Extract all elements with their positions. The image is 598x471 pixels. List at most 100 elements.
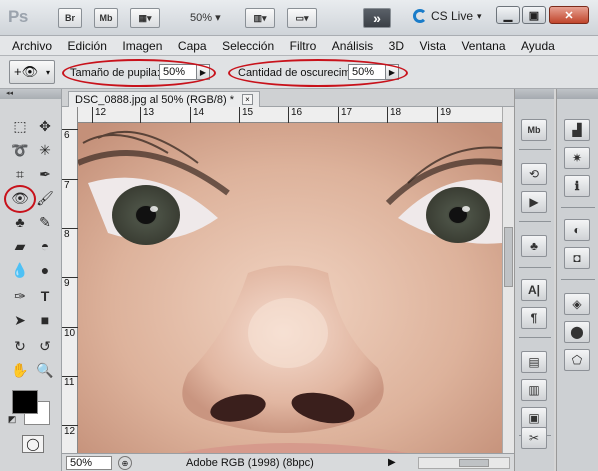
paragraph-panel-icon[interactable]: ¶ — [521, 307, 547, 329]
highlight-oval — [62, 59, 216, 87]
maximize-button[interactable]: ▣ — [522, 6, 546, 24]
eraser-tool-icon[interactable]: ▰ — [9, 235, 31, 257]
close-window-button[interactable]: ✕ — [549, 6, 589, 24]
vertical-scrollbar[interactable] — [502, 107, 514, 453]
channels-panel-icon[interactable]: ⬤ — [564, 321, 590, 343]
masks-panel-icon[interactable]: ◘ — [564, 247, 590, 269]
tool-preset-picker[interactable]: +👁 ▾ — [9, 60, 55, 84]
menu-capa[interactable]: Capa — [178, 39, 207, 53]
navigator-wheel-icon[interactable]: ✷ — [564, 147, 590, 169]
ruler-tick-label: 12 — [62, 425, 78, 437]
face-photo — [78, 123, 502, 453]
menu-analisis[interactable]: Análisis — [332, 39, 373, 53]
magic-wand-tool-icon[interactable]: ✳ — [34, 139, 56, 161]
type-tool-icon[interactable]: T — [34, 285, 56, 307]
zoom-level-dropdown[interactable]: 50% ▾ — [190, 11, 221, 24]
3d-orbit-tool-icon[interactable]: ↺ — [34, 335, 56, 357]
menu-ayuda[interactable]: Ayuda — [521, 39, 555, 53]
foreground-color-swatch[interactable] — [12, 390, 38, 414]
mini-bridge-panel-button[interactable]: Mb — [521, 119, 547, 141]
cs-live-label: CS Live — [431, 9, 474, 23]
mini-bridge-button[interactable]: Mb — [94, 8, 118, 28]
workspace-switcher-button[interactable]: » — [363, 8, 391, 28]
tool-presets-panel-icon[interactable]: ✂ — [521, 427, 547, 449]
character-panel-icon[interactable]: A| — [521, 279, 547, 301]
eyedropper-tool-icon[interactable]: ✒ — [34, 163, 56, 185]
layers-panel-icon[interactable]: ◈ — [564, 293, 590, 315]
3d-rotate-tool-icon[interactable]: ↻ — [9, 335, 31, 357]
ruler-tick-label: 9 — [62, 277, 78, 289]
path-selection-tool-icon[interactable]: ➤ — [9, 309, 31, 331]
menu-edicion[interactable]: Edición — [68, 39, 107, 53]
default-colors-icon[interactable]: ◩ — [6, 413, 18, 425]
menu-3d[interactable]: 3D — [389, 39, 404, 53]
histogram-panel-icon[interactable]: ▟ — [564, 119, 590, 141]
marquee-tool-icon[interactable]: ⬚ — [9, 115, 31, 137]
history-panel-icon[interactable]: ⟲ — [521, 163, 547, 185]
info-icon[interactable]: ⊕ — [118, 456, 132, 470]
adjustments-panel-icon[interactable]: ◐ — [564, 219, 590, 241]
document-canvas[interactable] — [78, 123, 502, 453]
horizontal-scrollbar[interactable] — [418, 457, 510, 469]
dodge-tool-icon[interactable]: ● — [34, 259, 56, 281]
horizontal-scroll-thumb[interactable] — [459, 459, 489, 467]
bridge-button[interactable]: Br — [58, 8, 82, 28]
brush-tool-icon[interactable]: 🖌 — [34, 187, 56, 209]
dock-collapse-handle[interactable] — [557, 89, 598, 99]
history-brush-tool-icon[interactable]: ✎ — [34, 211, 56, 233]
status-zoom-field[interactable]: 50% — [66, 456, 112, 470]
zoom-tool-icon[interactable]: 🔍 — [34, 359, 56, 381]
menu-filtro[interactable]: Filtro — [290, 39, 317, 53]
move-tool-icon[interactable]: ✥ — [34, 115, 56, 137]
close-document-button[interactable]: × — [241, 94, 253, 105]
menu-vista[interactable]: Vista — [420, 39, 446, 53]
crop-tool-icon[interactable]: ⌗ — [9, 163, 31, 185]
rectangle-tool-icon[interactable]: ■ — [34, 309, 56, 331]
screen-mode-icon: ▭▾ — [295, 12, 309, 23]
blur-tool-icon[interactable]: 💧 — [9, 259, 31, 281]
menu-seleccion[interactable]: Selección — [222, 39, 274, 53]
navigator-panel-icon[interactable]: ▣ — [521, 407, 547, 429]
arrange-documents-button[interactable]: ▥▾ — [245, 8, 275, 28]
menu-imagen[interactable]: Imagen — [122, 39, 162, 53]
status-menu-arrow-icon[interactable]: ▶ — [388, 457, 396, 468]
minimize-icon: ▁ — [503, 9, 513, 22]
info-panel-icon[interactable]: ℹ — [564, 175, 590, 197]
notes-panel-icon[interactable]: ▤ — [521, 351, 547, 373]
panel-collapse-handle[interactable]: ◂◂ — [0, 89, 61, 99]
panel-dock-icons-secondary: ▟ ✷ ℹ ◐ ◘ ◈ ⬤ ⬠ — [556, 89, 598, 471]
menu-archivo[interactable]: Archivo — [12, 39, 52, 53]
document-tab-title: DSC_0888.jpg al 50% (RGB/8) * — [75, 93, 234, 106]
application-bar: Ps Br Mb ▦▾ 50% ▾ ▥▾ ▭▾ » CS Live ▾ ▁ ▣ … — [0, 0, 598, 36]
chevron-down-icon: ▾ — [477, 10, 482, 21]
minimize-button[interactable]: ▁ — [496, 6, 520, 24]
layer-comps-panel-icon[interactable]: ▥ — [521, 379, 547, 401]
vertical-scroll-thumb[interactable] — [504, 227, 513, 287]
paths-panel-icon[interactable]: ⬠ — [564, 349, 590, 371]
dock-collapse-handle[interactable] — [515, 89, 554, 99]
clone-source-panel-icon[interactable]: ♣ — [521, 235, 547, 257]
pen-tool-icon[interactable]: ✑ — [9, 285, 31, 307]
actions-panel-icon[interactable]: ▶ — [521, 191, 547, 213]
horizontal-ruler: 12 13 14 15 16 17 18 19 — [78, 107, 502, 123]
ruler-tick-label: 8 — [62, 228, 78, 240]
document-tab[interactable]: DSC_0888.jpg al 50% (RGB/8) * × — [68, 91, 260, 107]
lasso-tool-icon[interactable]: ➰ — [9, 139, 31, 161]
ruler-tick-label: 10 — [62, 327, 78, 339]
ruler-tick-label: 19 — [437, 107, 451, 123]
photoshop-logo: Ps — [8, 7, 28, 26]
menu-ventana[interactable]: Ventana — [461, 39, 505, 53]
paint-bucket-tool-icon[interactable]: ◓ — [34, 235, 56, 257]
clone-stamp-tool-icon[interactable]: ♣ — [9, 211, 31, 233]
view-extras-button[interactable]: ▦▾ — [130, 8, 160, 28]
cs-live-menu[interactable]: CS Live ▾ — [413, 9, 482, 23]
screen-mode-button[interactable]: ▭▾ — [287, 8, 317, 28]
highlight-oval — [4, 185, 36, 213]
vertical-ruler: 6 7 8 9 10 11 12 — [62, 107, 78, 453]
ruler-tick-label: 17 — [338, 107, 352, 123]
ruler-tick-label: 18 — [387, 107, 401, 123]
dock-separator — [519, 149, 551, 150]
film-icon: ▦▾ — [138, 12, 152, 23]
hand-tool-icon[interactable]: ✋ — [9, 359, 31, 381]
quick-mask-button[interactable]: ◯ — [22, 435, 44, 453]
